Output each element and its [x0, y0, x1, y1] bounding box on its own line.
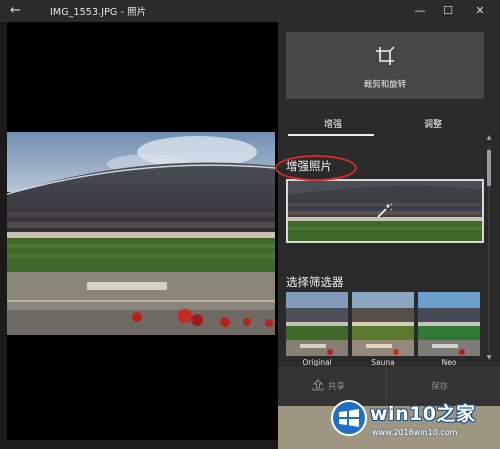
magic-wand-icon: [377, 203, 393, 218]
filter-thumbnail: [418, 292, 480, 356]
panel-scrollbar[interactable]: ▲ ▼: [486, 134, 492, 362]
watermark: win10之家 www.2016win10.com: [330, 395, 500, 449]
filter-thumbnail: [286, 292, 348, 356]
save-label: 保存: [431, 382, 449, 392]
watermark-url: www.2016win10.com: [372, 428, 458, 437]
share-icon: [312, 379, 324, 391]
enhance-photo-thumbnail[interactable]: [286, 179, 484, 243]
filter-thumbnail: [352, 292, 414, 356]
active-tab-indicator: [288, 134, 374, 136]
crop-rotate-button[interactable]: 裁剪和旋转: [286, 32, 484, 99]
share-label: 共享: [328, 382, 346, 392]
filter-sauna[interactable]: Sauna: [352, 292, 414, 370]
edit-panel: 裁剪和旋转 增强 调整 增强照片 选择筛选器 Original Sauna Ne…: [278, 22, 500, 449]
photo-canvas: [7, 22, 275, 440]
stadium-photo: [7, 132, 275, 335]
scroll-thumb[interactable]: [487, 150, 491, 186]
scroll-up-icon[interactable]: ▲: [486, 134, 492, 141]
tab-adjust[interactable]: 调整: [424, 117, 442, 130]
title-bar: ← IMG_1553.JPG - 照片 — ☐ ✕: [0, 0, 500, 22]
watermark-title: win10之家: [370, 403, 476, 425]
crop-rotate-label: 裁剪和旋转: [363, 80, 407, 90]
back-arrow-icon[interactable]: ←: [10, 3, 32, 19]
filter-neo[interactable]: Neo: [418, 292, 480, 370]
tab-enhance[interactable]: 增强: [324, 117, 342, 130]
win10-logo-icon: [331, 400, 367, 436]
close-button[interactable]: ✕: [465, 2, 495, 20]
choose-filter-label: 选择筛选器: [286, 275, 344, 289]
filter-original[interactable]: Original: [286, 292, 348, 370]
window-title: IMG_1553.JPG - 照片: [50, 7, 147, 18]
maximize-button[interactable]: ☐: [433, 2, 463, 20]
highlight-oval: [275, 155, 357, 181]
minimize-button[interactable]: —: [405, 2, 435, 20]
scroll-down-icon[interactable]: ▼: [486, 354, 492, 361]
crop-icon: [376, 46, 395, 65]
